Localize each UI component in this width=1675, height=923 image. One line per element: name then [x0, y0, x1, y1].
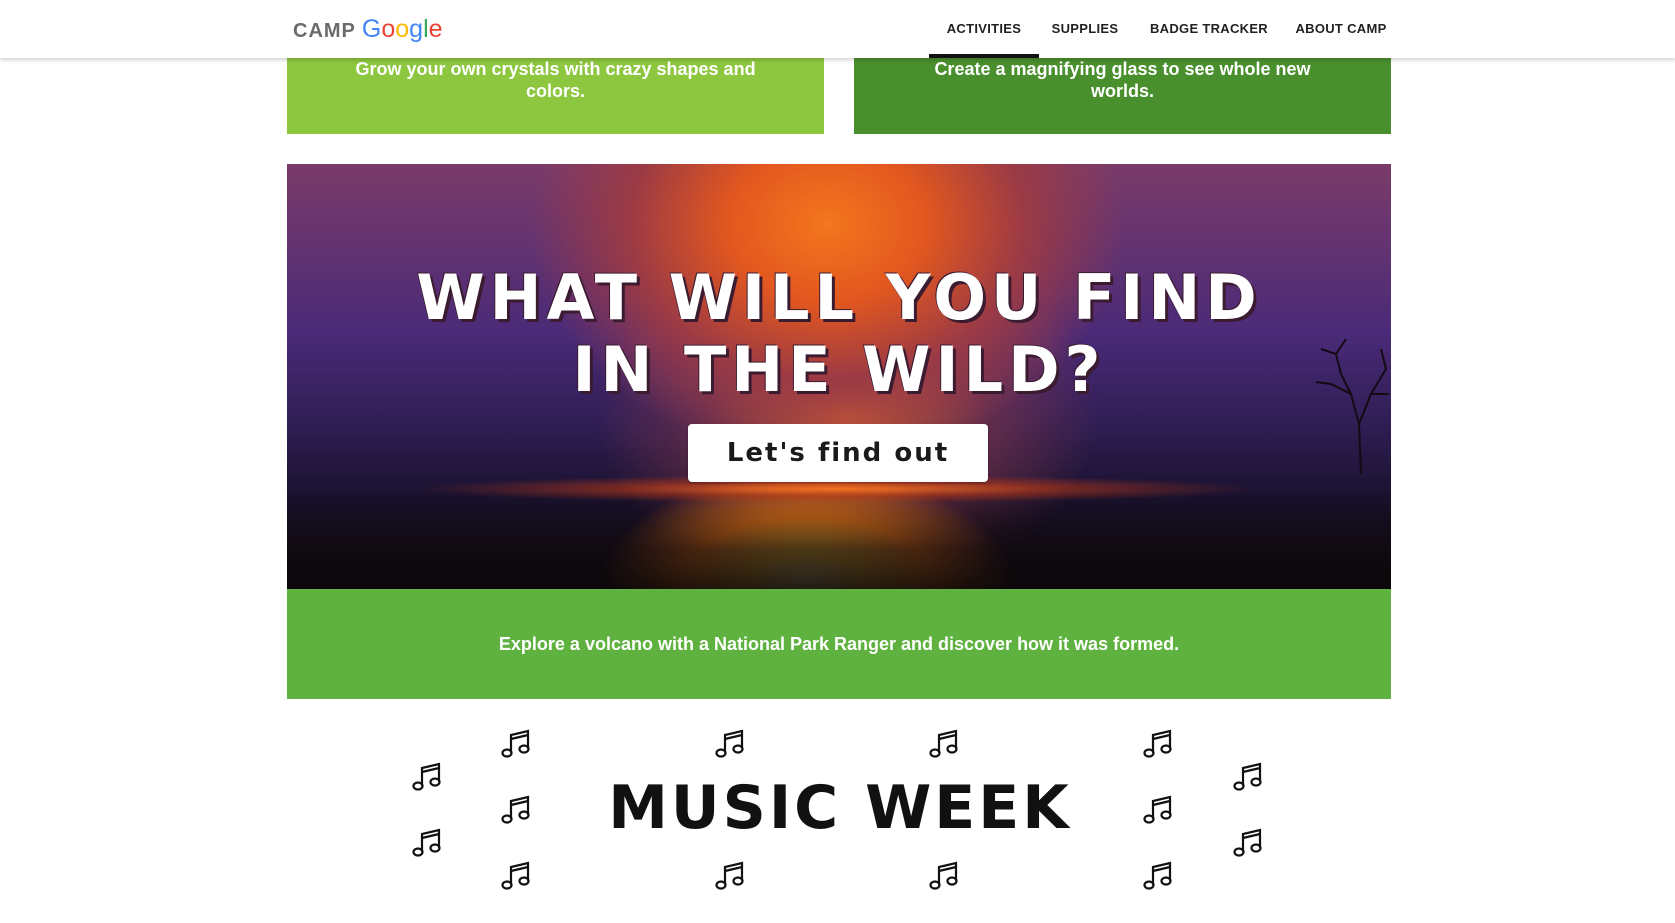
logo-letter: e: [428, 15, 443, 43]
music-note-icon: [1142, 859, 1176, 893]
music-note-icon: [500, 727, 534, 761]
top-nav-bar: CAMP Google ACTIVITIES SUPPLIES BADGE TRA…: [0, 0, 1675, 58]
logo-letter: o: [395, 15, 410, 43]
hero-title: What will you find in the wild?: [287, 262, 1391, 406]
nav-supplies[interactable]: SUPPLIES: [1049, 0, 1121, 58]
nav-badge-tracker[interactable]: BADGE TRACKER: [1148, 0, 1270, 58]
music-note-icon: [714, 859, 748, 893]
hero-title-line-1: What will you find: [416, 261, 1262, 334]
volcano-caption: Explore a volcano with a National Park R…: [287, 589, 1391, 699]
camp-google-logo[interactable]: CAMP Google: [293, 14, 443, 46]
music-note-icon: [928, 859, 962, 893]
volcano-hero-banner: What will you find in the wild? Let's fi…: [287, 164, 1391, 589]
music-note-icon: [1232, 826, 1266, 860]
crystals-card-text: Grow your own crystals with crazy shapes…: [355, 59, 756, 101]
logo-letter: G: [361, 15, 382, 43]
music-note-icon: [1142, 793, 1176, 827]
logo-camp-text: CAMP: [293, 20, 356, 42]
magnifying-glass-activity-card[interactable]: Create a magnifying glass to see whole n…: [854, 58, 1391, 134]
logo-google-text: Google: [362, 15, 443, 43]
music-note-icon: [1232, 760, 1266, 794]
music-week-title: Music Week: [608, 773, 1072, 843]
music-note-icon: [500, 793, 534, 827]
music-note-icon: [411, 760, 445, 794]
nav-activities[interactable]: ACTIVITIES: [929, 0, 1039, 58]
music-note-icon: [411, 826, 445, 860]
hero-title-line-2: in the wild?: [572, 333, 1106, 406]
music-note-icon: [928, 727, 962, 761]
logo-letter: g: [409, 15, 424, 43]
lets-find-out-button[interactable]: Let's find out: [688, 424, 988, 482]
music-note-icon: [500, 859, 534, 893]
volcano-ground-shadow: [287, 489, 1391, 589]
magnifying-card-text: Create a magnifying glass to see whole n…: [934, 59, 1311, 101]
music-note-icon: [1142, 727, 1176, 761]
crystals-activity-card[interactable]: Grow your own crystals with crazy shapes…: [287, 58, 824, 134]
nav-about-camp[interactable]: ABOUT CAMP: [1291, 0, 1391, 58]
music-note-icon: [714, 727, 748, 761]
logo-letter: o: [381, 15, 396, 43]
